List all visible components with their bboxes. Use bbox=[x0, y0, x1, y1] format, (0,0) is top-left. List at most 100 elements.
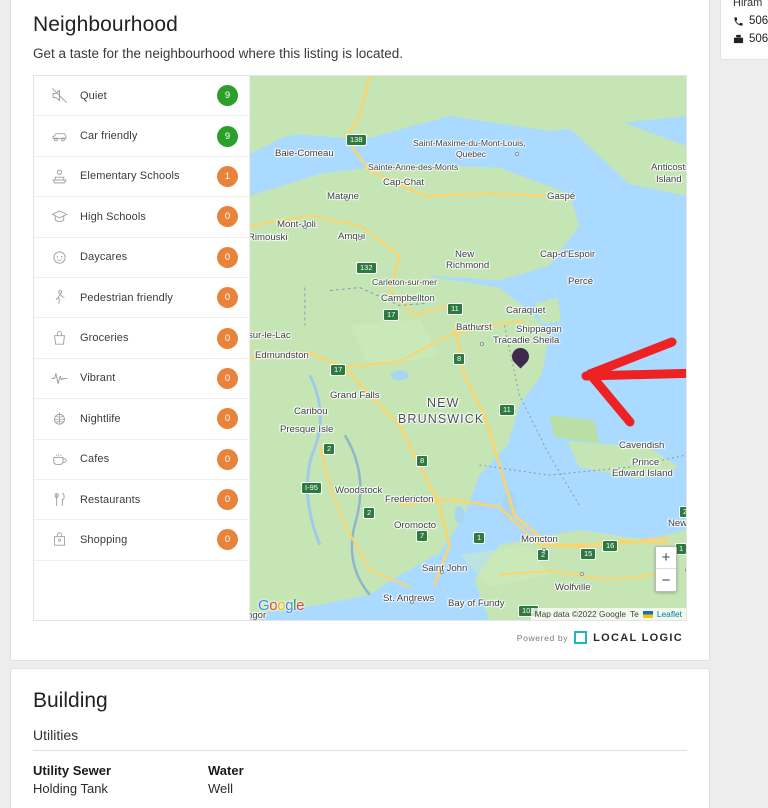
neighbourhood-row-label: High Schools bbox=[80, 210, 147, 223]
grocery-bag-icon bbox=[48, 328, 70, 348]
baby-face-icon bbox=[48, 247, 70, 267]
map-city-dot bbox=[480, 342, 484, 346]
utility-column: Water Well bbox=[208, 763, 383, 796]
neighbourhood-score-badge: 0 bbox=[217, 529, 238, 551]
map-route-shield: 2 bbox=[323, 443, 336, 455]
zoom-in-button[interactable]: + bbox=[656, 547, 676, 569]
map-city-dot bbox=[440, 570, 444, 574]
neighbourhood-score-badge: 0 bbox=[217, 367, 238, 389]
neighbourhood-score-badge: 0 bbox=[217, 206, 238, 228]
neighbourhood-score-badge: 9 bbox=[217, 125, 238, 147]
agent-name: Hiram bbox=[733, 0, 763, 9]
map-route-shield: 11 bbox=[447, 303, 463, 315]
neighbourhood-row[interactable]: Shopping 0 bbox=[34, 520, 249, 561]
map-data-credit: Map data ©2022 Google bbox=[534, 609, 626, 619]
walking-person-icon bbox=[48, 288, 70, 308]
neighbourhood-row[interactable]: Quiet 9 bbox=[34, 76, 249, 117]
neighbourhood-row-label: Groceries bbox=[80, 332, 129, 345]
neighbourhood-score-list: Quiet 9 Car friendly 9 Elementary Schools 1 Hi… bbox=[34, 76, 250, 620]
utilities-grid: Utility Sewer Holding Tank Water Well bbox=[33, 763, 687, 796]
neighbourhood-row-label: Vibrant bbox=[80, 372, 116, 385]
map-route-shield: 15 bbox=[580, 548, 597, 560]
phone-icon bbox=[734, 16, 743, 26]
neighbourhood-row[interactable]: Elementary Schools 1 bbox=[34, 157, 249, 198]
neighbourhood-row[interactable]: Car friendly 9 bbox=[34, 116, 249, 157]
neighbourhood-score-badge: 0 bbox=[217, 448, 238, 470]
utilities-subtitle: Utilities bbox=[33, 727, 687, 751]
page-subtitle: Get a taste for the neighbourhood where … bbox=[33, 46, 403, 61]
neighbourhood-score-badge: 0 bbox=[217, 246, 238, 268]
neighbourhood-row-label: Car friendly bbox=[80, 130, 138, 143]
neighbourhood-card: Neighbourhood Get a taste for the neighb… bbox=[10, 0, 710, 661]
neighbourhood-score-badge: 0 bbox=[217, 287, 238, 309]
agent-phone-number: 506- bbox=[749, 15, 768, 27]
map-route-shield: 2 bbox=[363, 507, 376, 519]
map-route-shield: 8 bbox=[453, 353, 466, 365]
fax-icon bbox=[733, 34, 744, 43]
cutlery-icon bbox=[48, 490, 70, 510]
shopping-bag-icon bbox=[48, 530, 70, 550]
neighbourhood-row[interactable]: High Schools 0 bbox=[34, 197, 249, 238]
neighbourhood-list-filler bbox=[34, 561, 249, 620]
coffee-cup-icon bbox=[48, 449, 70, 469]
map-city-dot bbox=[478, 326, 482, 330]
neighbourhood-row[interactable]: Restaurants 0 bbox=[34, 480, 249, 521]
neighbourhood-row[interactable]: Cafes 0 bbox=[34, 440, 249, 480]
map-city-dot bbox=[685, 568, 686, 572]
map-route-shield: 17 bbox=[383, 309, 400, 321]
building-card: Building Utilities Utility Sewer Holding … bbox=[10, 668, 710, 808]
neighbourhood-score-badge: 9 bbox=[217, 85, 238, 107]
neighbourhood-row[interactable]: Vibrant 0 bbox=[34, 359, 249, 400]
neighbourhood-score-badge: 0 bbox=[217, 408, 238, 430]
map-city-dot bbox=[410, 600, 414, 604]
map-city-dot bbox=[345, 197, 349, 201]
neighbourhood-score-badge: 1 bbox=[217, 165, 238, 187]
neighbourhood-row[interactable]: Groceries 0 bbox=[34, 318, 249, 359]
neighbourhood-row-label: Quiet bbox=[80, 89, 107, 102]
map-zoom-controls[interactable]: + − bbox=[655, 546, 677, 592]
map-city-dot bbox=[515, 152, 519, 156]
graduation-cap-icon bbox=[48, 207, 70, 227]
neighbourhood-row[interactable]: Nightlife 0 bbox=[34, 399, 249, 440]
map-route-shield: 17 bbox=[330, 364, 347, 376]
map-city-dot bbox=[358, 236, 362, 240]
mute-icon bbox=[48, 86, 70, 106]
map-city-dot bbox=[542, 548, 546, 552]
utility-value: Well bbox=[208, 781, 234, 796]
map-route-shield: 16 bbox=[602, 540, 619, 552]
utility-key: Water bbox=[208, 763, 244, 778]
building-title: Building bbox=[33, 689, 108, 712]
neighbourhood-row-label: Cafes bbox=[80, 453, 110, 466]
neighbourhood-row[interactable]: Pedestrian friendly 0 bbox=[34, 278, 249, 319]
agent-fax-row[interactable]: 506- bbox=[733, 33, 768, 45]
neighbourhood-score-badge: 0 bbox=[217, 327, 238, 349]
map-route-shield: 1 bbox=[473, 532, 486, 544]
map-route-shield: 132 bbox=[356, 262, 377, 274]
neighbourhood-row-label: Daycares bbox=[80, 251, 128, 264]
neighbourhood-row-label: Pedestrian friendly bbox=[80, 291, 174, 304]
utility-key: Utility Sewer bbox=[33, 763, 112, 778]
map-city-dot bbox=[580, 572, 584, 576]
powered-by-local-logic: Powered by LOCAL LOGIC bbox=[33, 621, 687, 660]
map-attribution: Map data ©2022 Google Te Leaflet bbox=[530, 608, 686, 620]
map-route-shield: 138 bbox=[346, 134, 367, 146]
pulse-wave-icon bbox=[48, 368, 70, 388]
local-logic-name: LOCAL LOGIC bbox=[593, 631, 683, 644]
neighbourhood-map[interactable]: Baie-Comeau 138 Saint-Maxime-du-Mont-Louis… bbox=[250, 76, 686, 620]
apple-book-icon bbox=[48, 166, 70, 186]
neighbourhood-row-label: Restaurants bbox=[80, 493, 141, 506]
map-terms-link[interactable]: Te bbox=[630, 609, 639, 619]
agent-fax-number: 506- bbox=[749, 33, 768, 45]
map-route-shield: 11 bbox=[499, 404, 515, 416]
leaflet-link[interactable]: Leaflet bbox=[657, 609, 682, 619]
car-icon bbox=[48, 126, 70, 146]
listing-page: Neighbourhood Get a taste for the neighb… bbox=[0, 0, 768, 808]
agent-phone-row[interactable]: 506- bbox=[733, 15, 768, 27]
neighbourhood-score-badge: 0 bbox=[217, 489, 238, 511]
neighbourhood-row[interactable]: Daycares 0 bbox=[34, 238, 249, 278]
neighbourhood-row-label: Elementary Schools bbox=[80, 170, 180, 183]
zoom-out-button[interactable]: − bbox=[656, 569, 676, 591]
powered-by-label: Powered by bbox=[516, 632, 569, 643]
neighbourhood-widget: Quiet 9 Car friendly 9 Elementary Schools 1 Hi… bbox=[33, 75, 687, 621]
map-city-dot bbox=[303, 225, 307, 229]
